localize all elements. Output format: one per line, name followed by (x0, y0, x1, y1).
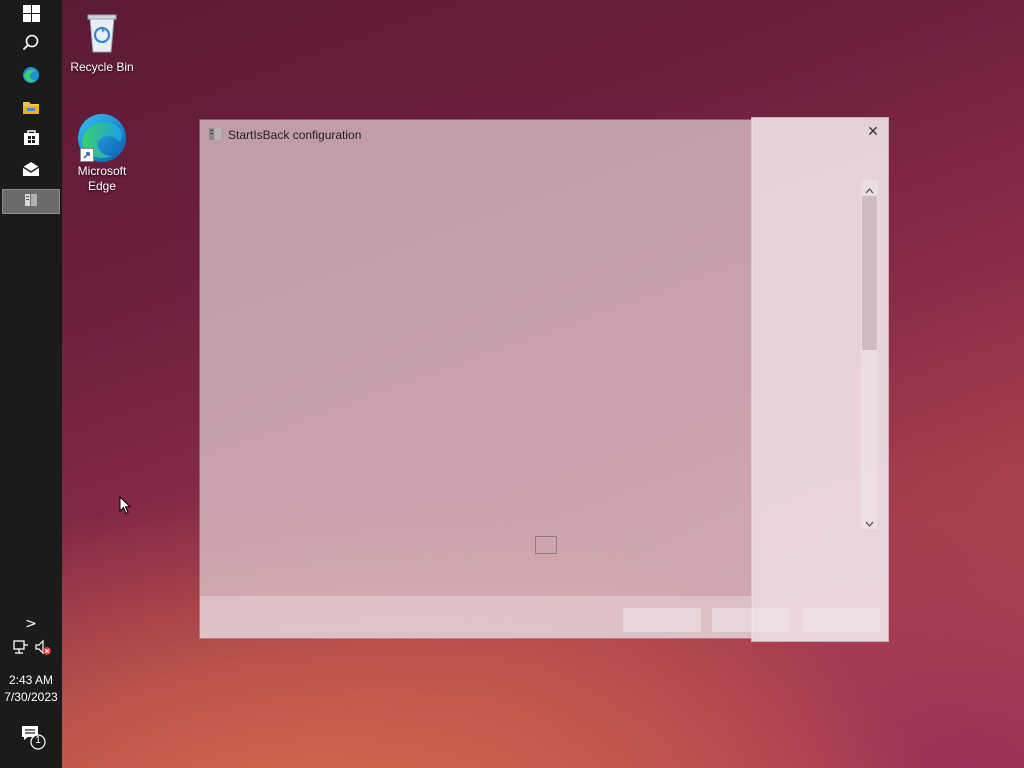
recycle-bin-icon (78, 8, 126, 56)
close-button[interactable]: ✕ (862, 122, 884, 142)
desktop-icon-microsoft-edge[interactable]: Microsoft Edge (62, 112, 142, 194)
volume-muted-icon[interactable] (34, 638, 54, 658)
notification-count: 1 (35, 735, 41, 746)
dialog-title: StartIsBack configuration (228, 128, 362, 142)
store-icon (23, 129, 40, 150)
show-hidden-icons-button[interactable]: > (0, 608, 62, 639)
taskbar: > 2:43 AM 7/30/2023 1 (0, 0, 62, 768)
mouse-cursor-icon (119, 495, 132, 519)
search-button[interactable] (0, 29, 62, 60)
ghost-button-cancel[interactable] (712, 608, 790, 632)
shortcut-arrow-icon (80, 148, 94, 162)
start-button[interactable] (0, 0, 62, 31)
taskbar-store-button[interactable] (0, 124, 62, 155)
scroll-down-button[interactable] (861, 513, 878, 529)
chevron-right-icon: > (25, 615, 37, 632)
taskbar-mail-button[interactable] (0, 155, 62, 186)
file-explorer-icon (22, 99, 40, 119)
scroll-up-button[interactable] (861, 180, 878, 196)
startisback-config-window: StartIsBack configuration (200, 120, 752, 638)
network-icon[interactable] (12, 638, 32, 658)
desktop-icon-recycle-bin[interactable]: Recycle Bin (62, 8, 142, 75)
notification-icon (20, 726, 46, 754)
dialog-titlebar[interactable]: StartIsBack configuration (200, 120, 752, 150)
ghost-button-ok[interactable] (623, 608, 701, 632)
ghost-button-apply[interactable] (802, 608, 880, 632)
edge-icon (22, 66, 40, 88)
close-icon: ✕ (867, 124, 879, 140)
windows-start-icon (22, 5, 40, 26)
taskbar-edge-button[interactable] (0, 61, 62, 92)
clock-time[interactable]: 2:43 AM (0, 673, 62, 687)
startisback-app-icon (208, 126, 222, 145)
loading-placeholder (535, 536, 557, 554)
chevron-down-icon (865, 512, 874, 531)
desktop-icon-label: Recycle Bin (70, 60, 134, 74)
edge-icon (78, 112, 126, 162)
chevron-up-icon (865, 179, 874, 198)
taskbar-file-explorer-button[interactable] (0, 93, 62, 124)
scrollbar-thumb[interactable] (862, 196, 877, 350)
desktop-icon-label: Microsoft Edge (77, 164, 127, 193)
clock-date[interactable]: 7/30/2023 (0, 690, 62, 704)
action-center-button[interactable]: 1 (20, 724, 46, 750)
taskbar-startisback-button[interactable] (2, 189, 60, 214)
search-icon (22, 34, 40, 56)
startisback-config-icon (24, 192, 38, 211)
mail-icon (22, 161, 40, 181)
